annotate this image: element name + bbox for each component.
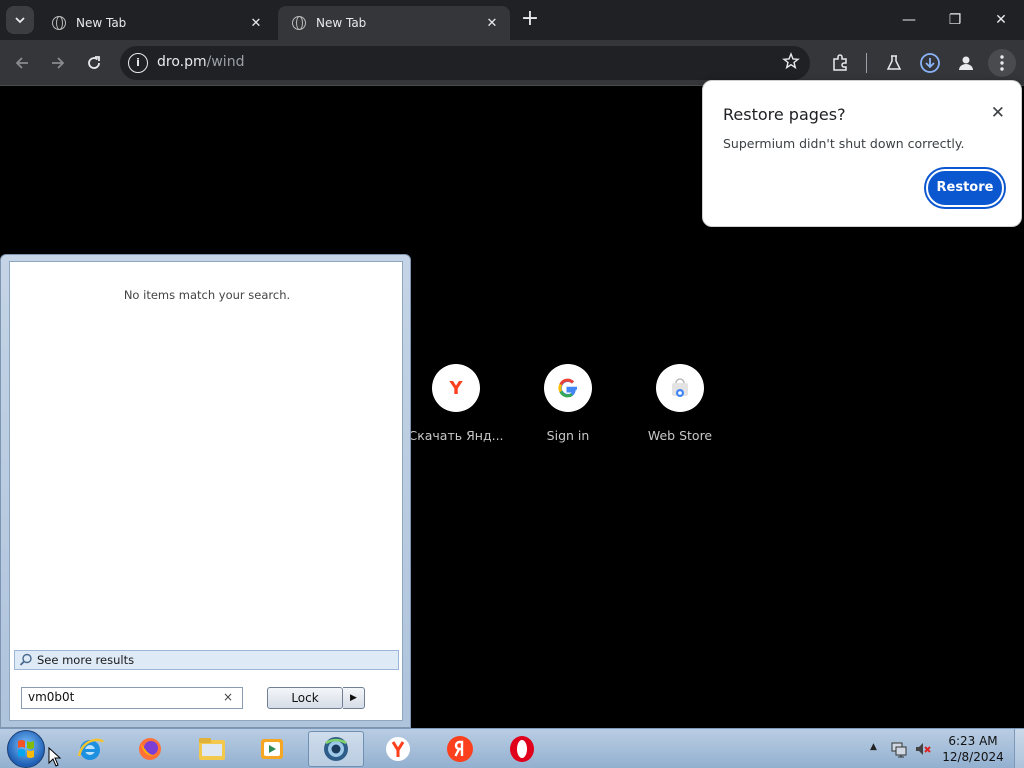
media-player-icon	[261, 739, 283, 759]
opera-icon	[510, 736, 534, 762]
star-icon	[782, 52, 800, 70]
tab-close-button[interactable]: ✕	[484, 16, 500, 31]
extensions-button[interactable]	[826, 49, 854, 77]
extensions-icon	[833, 54, 847, 71]
restore-pages-popup: Restore pages? ✕ Supermium didn't shut d…	[702, 80, 1022, 227]
yandex-icon	[447, 736, 473, 762]
close-window-button[interactable]: ✕	[986, 6, 1016, 34]
profile-icon	[959, 56, 973, 70]
globe-icon	[292, 16, 306, 30]
taskbar-supermium[interactable]	[308, 731, 364, 767]
taskbar-internet-explorer[interactable]	[62, 731, 118, 767]
url-text: dro.pm/wind	[157, 54, 244, 70]
back-icon	[15, 57, 28, 69]
new-tab-button[interactable]: +	[518, 8, 542, 32]
start-search-input[interactable]: vm0b0t	[21, 687, 243, 709]
url-host: dro.pm	[157, 54, 207, 70]
restore-window-button[interactable]: ❐	[940, 6, 970, 34]
system-clock[interactable]: 6:23 AM 12/8/2024	[940, 733, 1006, 765]
windows-logo-icon	[18, 740, 34, 758]
tab-1[interactable]: New Tab ✕	[38, 6, 274, 40]
tab-title: New Tab	[316, 16, 367, 30]
clock-time: 6:23 AM	[948, 734, 998, 748]
shortcut-icon: Y	[432, 364, 480, 412]
shortcut-icon	[544, 364, 592, 412]
see-more-results-link[interactable]: See more results	[14, 650, 399, 670]
taskbar-firefox[interactable]	[122, 731, 178, 767]
start-menu: No items match your search. See more res…	[0, 254, 411, 728]
webstore-icon	[672, 378, 688, 397]
shortcut-sign-in[interactable]: Sign in	[513, 364, 623, 443]
labs-icon	[886, 55, 902, 70]
forward-button[interactable]	[44, 49, 72, 77]
tab-2-active[interactable]: New Tab ✕	[278, 6, 510, 40]
download-icon	[920, 53, 940, 73]
yandex-browser-icon	[386, 737, 410, 761]
labs-button[interactable]	[880, 49, 908, 77]
taskbar-yandex-browser[interactable]	[370, 731, 426, 767]
start-menu-bottom: vm0b0t × Lock ▶	[9, 675, 403, 721]
yandex-icon: Y	[449, 377, 463, 399]
popup-message: Supermium didn't shut down correctly.	[723, 136, 965, 151]
toolbar-separator	[866, 53, 867, 73]
browser-menu-button[interactable]	[988, 49, 1016, 77]
clear-search-button[interactable]: ×	[223, 690, 233, 704]
power-options-arrow[interactable]: ▶	[343, 687, 365, 709]
start-button[interactable]	[7, 730, 45, 768]
google-icon	[558, 378, 577, 398]
download-button[interactable]	[916, 49, 944, 77]
taskbar-opera[interactable]	[494, 731, 550, 767]
lock-button[interactable]: Lock	[267, 687, 343, 709]
firefox-icon	[139, 738, 161, 760]
magnifier-icon	[19, 653, 32, 666]
network-tray-button[interactable]	[890, 740, 908, 758]
volume-tray-button[interactable]	[914, 740, 932, 758]
tab-title: New Tab	[76, 16, 127, 30]
bookmark-star-button[interactable]	[782, 52, 800, 75]
minimize-button[interactable]: —	[894, 6, 924, 34]
forward-icon	[52, 57, 65, 69]
reload-button[interactable]	[80, 49, 108, 77]
address-bar[interactable]: i dro.pm/wind	[120, 46, 810, 80]
shortcut-label: Скачать Янд...	[408, 428, 504, 443]
screen: New Tab ✕ New Tab ✕ + — ❐ ✕ i dro.pm/win…	[0, 0, 1024, 768]
network-icon	[891, 742, 907, 758]
url-path: /wind	[206, 54, 245, 70]
search-results-panel: No items match your search. See more res…	[9, 261, 403, 721]
back-button[interactable]	[8, 49, 36, 77]
tab-search-button[interactable]	[6, 6, 34, 34]
shortcut-yandex-download[interactable]: Y Скачать Янд...	[401, 364, 511, 443]
globe-icon	[52, 16, 66, 30]
no-results-text: No items match your search.	[123, 288, 291, 302]
shortcut-web-store[interactable]: Web Store	[625, 364, 735, 443]
taskbar-yandex[interactable]	[432, 731, 488, 767]
taskbar-explorer[interactable]	[184, 731, 240, 767]
show-desktop-button[interactable]	[1014, 729, 1024, 768]
popup-close-button[interactable]: ✕	[991, 103, 1005, 123]
tab-search-icon	[15, 17, 25, 24]
mouse-cursor-icon	[48, 747, 62, 767]
volume-muted-icon	[916, 743, 931, 755]
tab-close-button[interactable]: ✕	[248, 16, 264, 31]
clock-date: 12/8/2024	[942, 750, 1004, 764]
taskbar: ▲ 6:23 AM 12/8/2024	[0, 728, 1024, 768]
shortcut-icon	[656, 364, 704, 412]
explorer-icon	[199, 738, 225, 760]
info-icon[interactable]: i	[128, 53, 148, 73]
show-hidden-icons-button[interactable]: ▲	[870, 742, 877, 752]
menu-icon	[1000, 55, 1004, 71]
popup-title: Restore pages?	[723, 105, 846, 124]
shortcut-label: Sign in	[546, 428, 590, 443]
restore-button[interactable]: Restore	[926, 169, 1004, 207]
reload-icon	[88, 56, 100, 69]
see-more-label: See more results	[37, 653, 135, 667]
profile-button[interactable]	[952, 49, 980, 77]
taskbar-media-player[interactable]	[244, 731, 300, 767]
supermium-icon	[324, 737, 348, 761]
tab-strip: New Tab ✕ New Tab ✕ + — ❐ ✕	[0, 0, 1024, 40]
shortcut-label: Web Store	[647, 428, 713, 443]
internet-explorer-icon	[77, 738, 105, 760]
